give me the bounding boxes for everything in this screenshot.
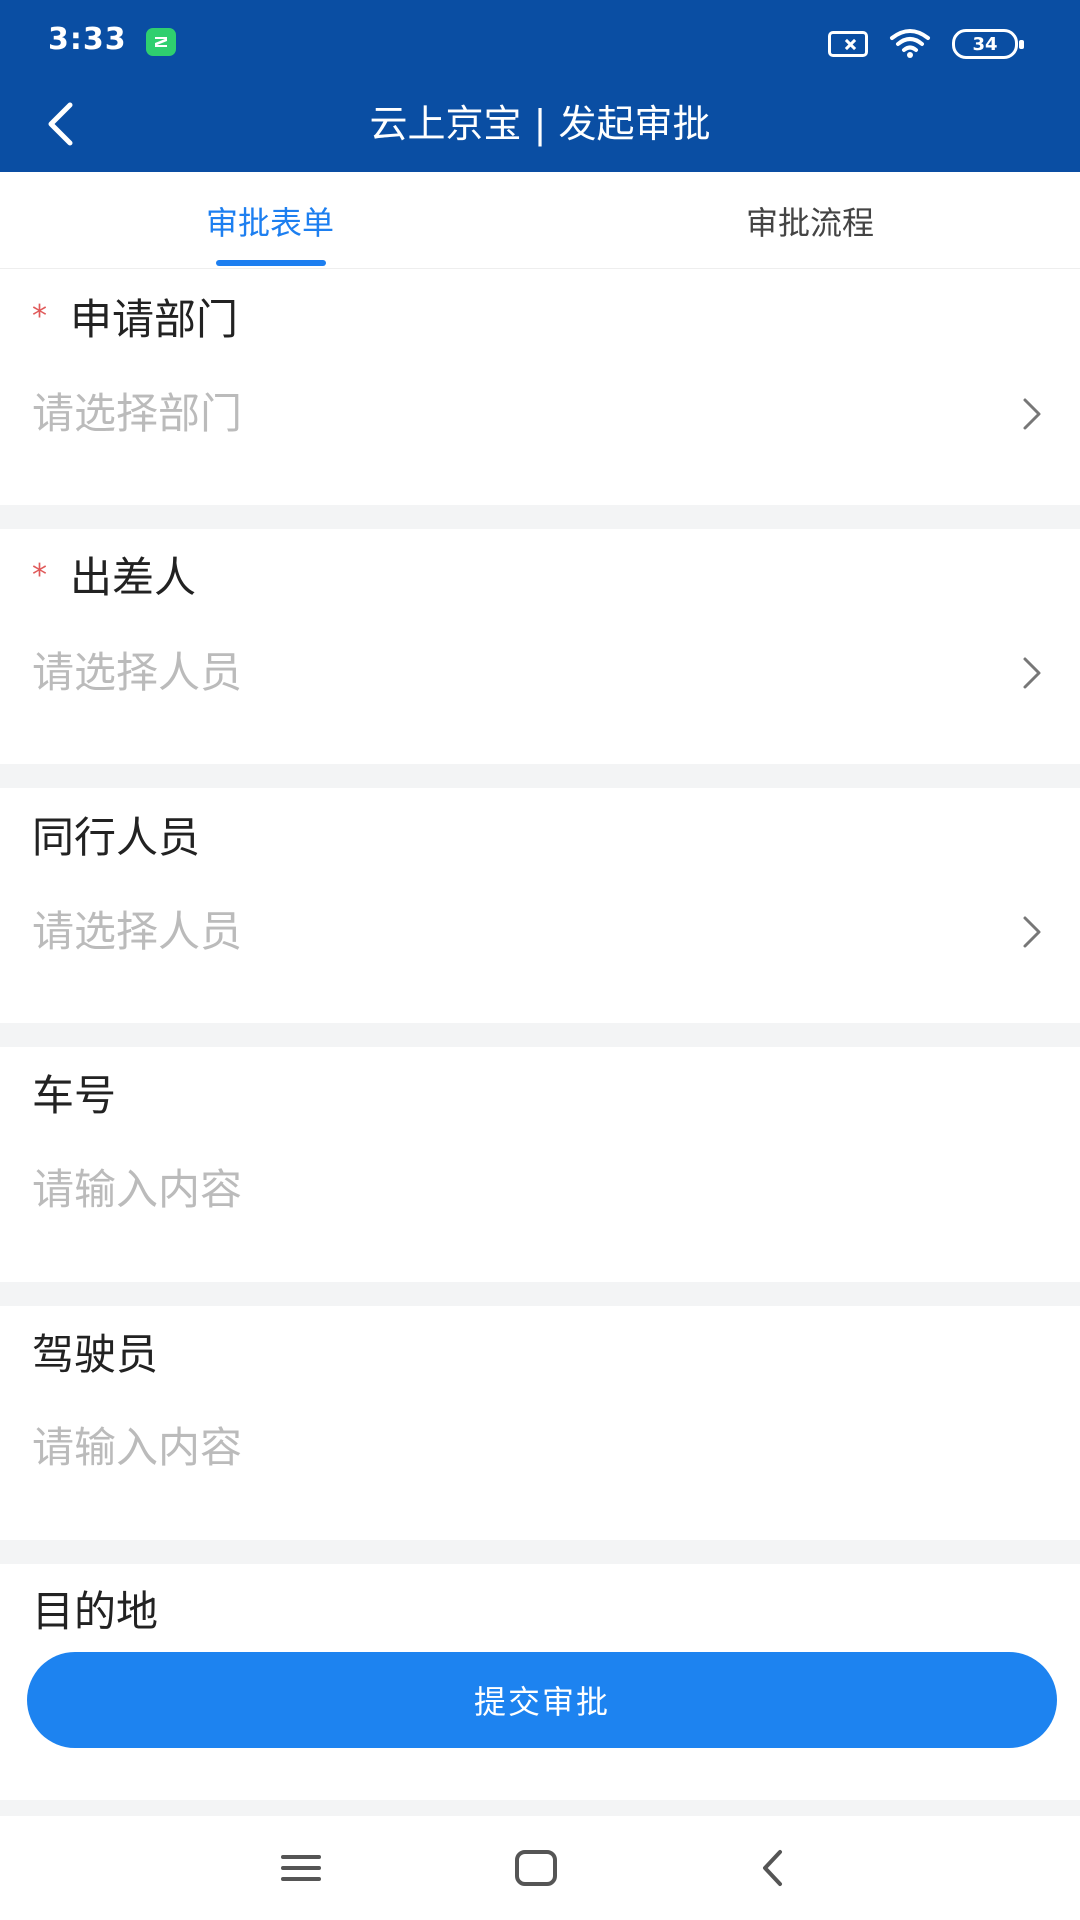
menu-icon[interactable] [271,1840,331,1896]
required-mark: * [32,558,47,593]
traveler-select[interactable]: 请选择人员 [32,643,242,703]
wifi-icon [888,26,932,62]
submit-approval-button[interactable]: 提交审批 [27,1652,1057,1748]
required-mark: * [32,299,47,334]
status-icons: 34 [828,26,1024,62]
active-tab-indicator [216,260,326,266]
driver-input[interactable]: 请输入内容 [32,1418,242,1478]
page-title: 云上京宝 | 发起审批 [369,102,711,146]
back-icon[interactable] [742,1840,802,1896]
tab-bar: 审批表单 审批流程 [0,172,1080,269]
app-screen: 3:33 34 云上京宝 | 发起审批 审批表单 审批流程 * 申请部门 请选择… [0,0,1080,1920]
field-label-car-number: 车号 [32,1071,117,1120]
department-select[interactable]: 请选择部门 [32,384,242,444]
no-sim-icon [828,31,868,57]
section-divider [0,764,1080,788]
tab-approval-form[interactable]: 审批表单 [0,172,540,269]
app-notification-icon [146,28,176,56]
chevron-right-icon[interactable] [1012,912,1052,952]
field-label-destination: 目的地 [32,1587,159,1636]
chevron-right-icon[interactable] [1012,394,1052,434]
system-nav-bar [0,1816,1080,1920]
status-time: 3:33 [48,22,127,57]
section-divider [0,1282,1080,1306]
section-divider [0,1540,1080,1564]
section-divider [0,1023,1080,1047]
field-label-companions: 同行人员 [32,813,201,862]
companions-select[interactable]: 请选择人员 [32,902,242,962]
bottom-divider [0,1800,1080,1816]
section-divider [0,505,1080,529]
battery-indicator: 34 [952,29,1024,59]
tab-approval-process[interactable]: 审批流程 [540,172,1080,269]
field-label-traveler: 出差人 [70,553,197,602]
field-label-department: 申请部门 [70,295,239,344]
home-icon[interactable] [506,1840,566,1896]
chevron-right-icon[interactable] [1012,653,1052,693]
header-bar: 3:33 34 云上京宝 | 发起审批 [0,0,1080,172]
car-number-input[interactable]: 请输入内容 [32,1160,242,1220]
field-label-driver: 驾驶员 [32,1330,159,1379]
